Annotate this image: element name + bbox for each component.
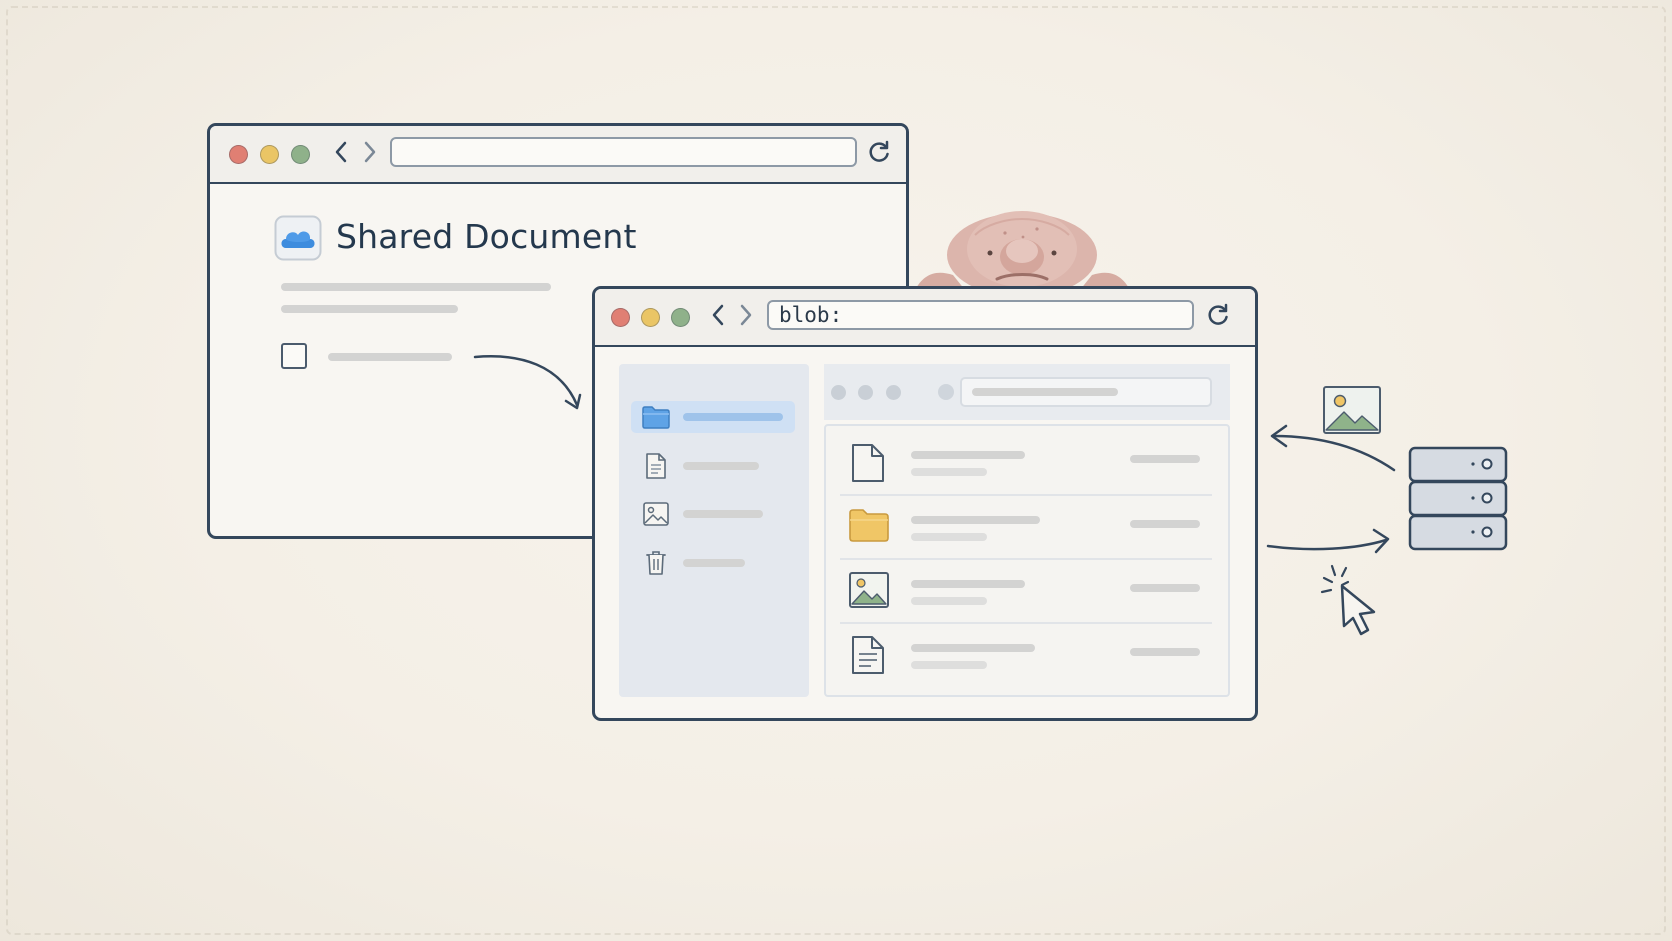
address-bar[interactable]: blob: <box>767 300 1194 330</box>
file-list <box>824 424 1230 697</box>
forward-arrow-icon[interactable] <box>360 138 380 166</box>
sidebar-item-images[interactable] <box>631 498 795 530</box>
flow-arrow-icon <box>473 355 582 410</box>
file-pane-toolbar <box>824 364 1230 420</box>
file-name-placeholder <box>911 451 1025 459</box>
image-icon <box>643 502 669 526</box>
reload-icon[interactable] <box>1205 302 1231 328</box>
file-row-image[interactable] <box>826 560 1228 622</box>
sidebar-item-label-placeholder <box>683 510 763 518</box>
document-icon <box>852 636 884 674</box>
sidebar-item-label-placeholder <box>683 462 759 470</box>
search-input[interactable] <box>960 377 1212 407</box>
document-icon <box>852 444 884 482</box>
front-browser-toolbar: blob: <box>595 289 1255 347</box>
checkbox-label-placeholder <box>328 353 452 361</box>
document-title: Shared Document <box>336 217 637 256</box>
back-arrow-icon[interactable] <box>331 138 351 166</box>
forward-arrow-icon[interactable] <box>736 301 756 329</box>
sidebar-item-label-placeholder <box>683 413 783 421</box>
file-size-placeholder <box>1130 455 1200 463</box>
file-sidebar <box>619 364 809 697</box>
front-browser-window: blob: <box>592 286 1258 721</box>
document-icon <box>646 453 666 479</box>
blobfish-illustration <box>915 211 1130 297</box>
minimize-window-button[interactable] <box>260 145 279 164</box>
file-row-folder[interactable] <box>826 496 1228 558</box>
server-stack-icon <box>1408 446 1508 551</box>
checkbox[interactable] <box>281 343 307 369</box>
search-placeholder <box>972 388 1118 396</box>
folder-icon <box>642 406 670 429</box>
sidebar-item-documents[interactable] <box>631 450 795 482</box>
close-window-button[interactable] <box>611 308 630 327</box>
file-meta-placeholder <box>911 661 987 669</box>
pane-dot <box>858 385 873 400</box>
text-placeholder-line <box>281 305 458 313</box>
close-window-button[interactable] <box>229 145 248 164</box>
file-meta-placeholder <box>911 468 987 476</box>
address-bar[interactable] <box>390 137 857 167</box>
file-row-document[interactable] <box>826 624 1228 694</box>
cloud-icon <box>274 215 322 261</box>
reload-icon[interactable] <box>866 139 892 165</box>
download-arrow-icon <box>1270 424 1396 472</box>
pane-dot <box>886 385 901 400</box>
search-icon <box>938 384 954 400</box>
pointer-cursor-icon <box>1320 564 1376 636</box>
maximize-window-button[interactable] <box>291 145 310 164</box>
sidebar-item-label-placeholder <box>683 559 745 567</box>
file-name-placeholder <box>911 580 1025 588</box>
back-arrow-icon[interactable] <box>708 301 728 329</box>
minimize-window-button[interactable] <box>641 308 660 327</box>
file-size-placeholder <box>1130 648 1200 656</box>
file-size-placeholder <box>1130 584 1200 592</box>
file-row-document[interactable] <box>826 426 1228 494</box>
pane-dot <box>831 385 846 400</box>
back-browser-toolbar <box>210 126 906 184</box>
folder-icon <box>849 509 889 542</box>
file-name-placeholder <box>911 516 1040 524</box>
text-placeholder-line <box>281 283 551 291</box>
file-size-placeholder <box>1130 520 1200 528</box>
trash-icon <box>646 551 666 575</box>
upload-arrow-icon <box>1266 528 1390 554</box>
file-meta-placeholder <box>911 533 987 541</box>
image-icon <box>849 572 889 608</box>
file-name-placeholder <box>911 644 1035 652</box>
sidebar-item-trash[interactable] <box>631 547 795 579</box>
maximize-window-button[interactable] <box>671 308 690 327</box>
sidebar-item-folder[interactable] <box>631 401 795 433</box>
file-meta-placeholder <box>911 597 987 605</box>
